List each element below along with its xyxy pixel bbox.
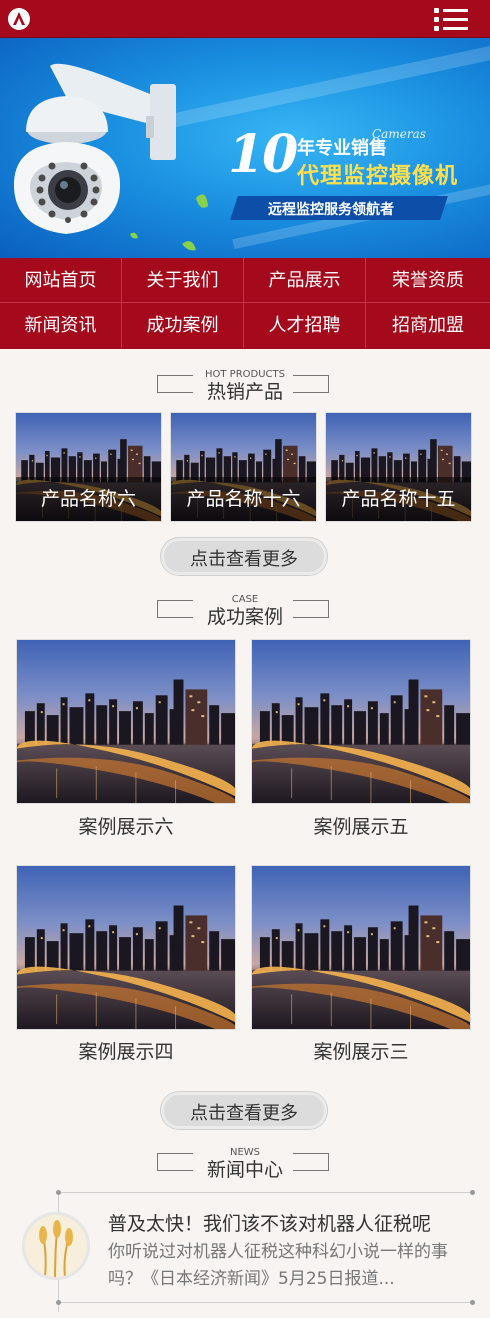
product-name: 产品名称十六 — [171, 477, 316, 521]
logo-a-icon[interactable] — [8, 8, 30, 30]
nav-item-about[interactable]: 关于我们 — [122, 258, 244, 303]
news-title-cn: 新闻中心 — [206, 1159, 283, 1181]
products-more-button[interactable]: 点击查看更多 — [161, 538, 327, 575]
news-timeline-dot — [56, 1190, 61, 1195]
news-item-summary: 你听说过对机器人征税这种科幻小说一样的事吗？《日本经济新闻》5月25日报道... — [108, 1242, 448, 1289]
news-divider — [58, 1192, 474, 1193]
news-item-title[interactable]: 普及太快！我们该不该对机器人征税呢 — [108, 1209, 478, 1236]
cases-section-title: CASE 成功案例 — [0, 594, 490, 634]
case-name[interactable]: 案例展示三 — [251, 1037, 471, 1064]
news-timeline-dot — [470, 1300, 475, 1305]
case-image[interactable] — [16, 639, 236, 804]
camera-image — [13, 63, 208, 251]
top-header — [0, 0, 490, 38]
case-name[interactable]: 案例展示五 — [251, 812, 471, 839]
case-image[interactable] — [251, 639, 471, 804]
nav-item-news[interactable]: 新闻资讯 — [0, 303, 122, 348]
nav-item-jobs[interactable]: 人才招聘 — [244, 303, 366, 348]
case-image[interactable] — [16, 865, 236, 1030]
products-title-cn: 热销产品 — [206, 381, 283, 403]
menu-icon[interactable] — [434, 5, 470, 33]
nav-item-products[interactable]: 产品展示 — [244, 258, 366, 303]
cases-title-cn: 成功案例 — [206, 606, 283, 628]
nav-item-home[interactable]: 网站首页 — [0, 258, 122, 303]
nav-item-honors[interactable]: 荣誉资质 — [366, 258, 490, 303]
news-timeline-dot — [56, 1300, 61, 1305]
news-section-title: NEWS 新闻中心 — [0, 1147, 490, 1187]
product-card[interactable]: 产品名称十六 — [170, 412, 317, 522]
hero-banner[interactable]: 10 年专业销售 Cameras 代理监控摄像机 远程监控服务领航者 — [0, 38, 490, 258]
main-nav: 网站首页 关于我们 产品展示 荣誉资质 新闻资讯 成功案例 人才招聘 招商加盟 — [0, 258, 490, 349]
product-name: 产品名称六 — [16, 477, 161, 521]
nav-item-franchise[interactable]: 招商加盟 — [366, 303, 490, 348]
news-divider — [58, 1302, 474, 1303]
product-name: 产品名称十五 — [326, 477, 471, 521]
slogan-script-text: Cameras — [372, 127, 426, 141]
news-thumbnail[interactable] — [22, 1212, 90, 1280]
cases-more-button[interactable]: 点击查看更多 — [161, 1092, 327, 1129]
case-name[interactable]: 案例展示六 — [16, 812, 236, 839]
products-section-title: HOT PRODUCTS 热销产品 — [0, 369, 490, 409]
case-image[interactable] — [251, 865, 471, 1030]
slogan-sub-text: 远程监控服务领航者 — [268, 202, 394, 218]
case-name[interactable]: 案例展示四 — [16, 1037, 236, 1064]
product-card[interactable]: 产品名称六 — [15, 412, 162, 522]
slogan-main-text: 代理监控摄像机 — [297, 164, 459, 189]
nav-item-cases[interactable]: 成功案例 — [122, 303, 244, 348]
news-timeline-dot — [470, 1190, 475, 1195]
slogan-number: 10 — [228, 124, 298, 185]
product-card[interactable]: 产品名称十五 — [325, 412, 472, 522]
